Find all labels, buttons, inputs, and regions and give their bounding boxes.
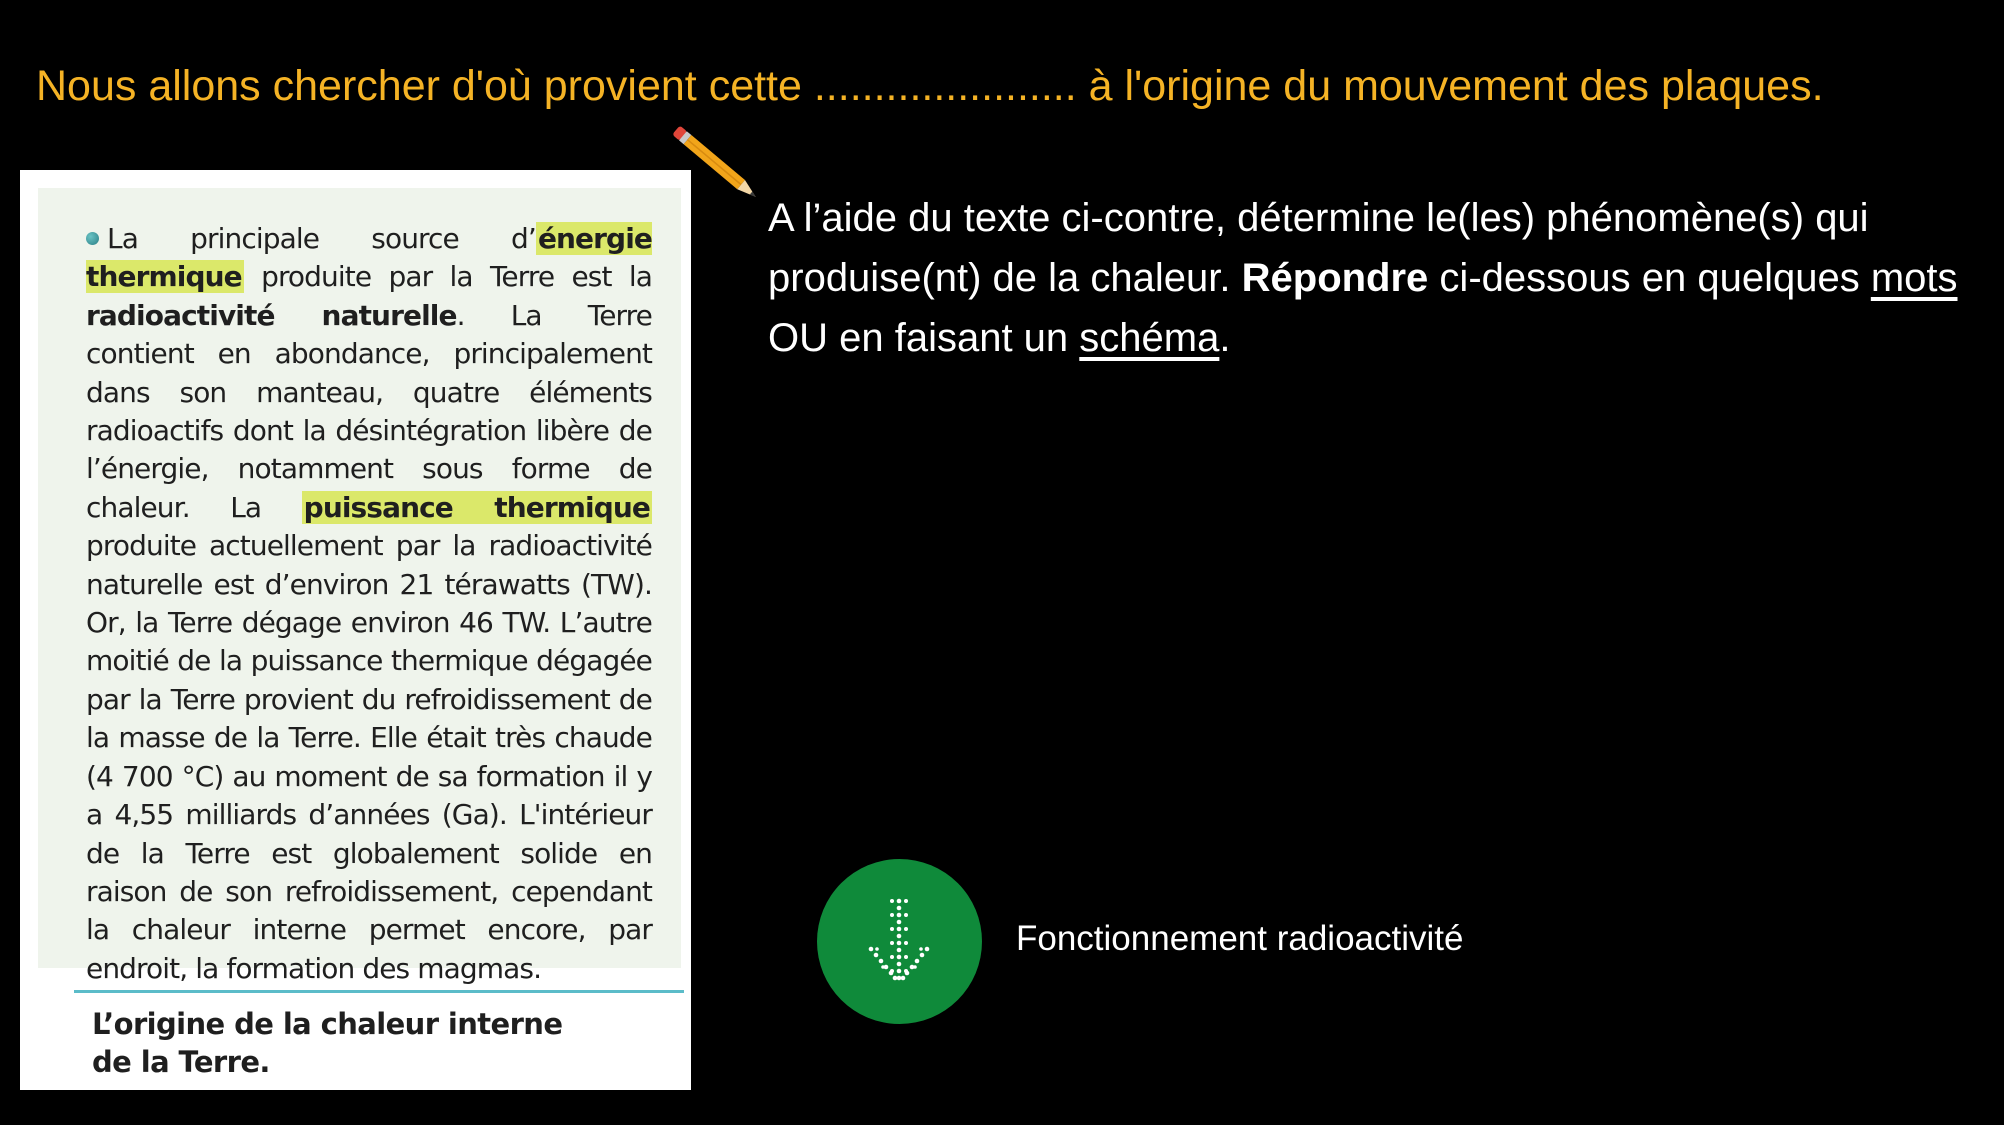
instruction-underline-mots: mots bbox=[1870, 256, 1958, 300]
instruction-segment: . bbox=[1219, 316, 1231, 360]
caption-line: L’origine de la chaleur interne bbox=[92, 1007, 563, 1041]
document-text-panel: La principale source d’énergie thermique… bbox=[38, 188, 681, 985]
audio-label: Fonctionnement radioactivité bbox=[1016, 919, 1464, 958]
document-caption: L’origine de la chaleur interne de la Te… bbox=[92, 1005, 652, 1081]
instruction-text: A l’aide du texte ci-contre, détermine l… bbox=[768, 188, 1993, 368]
document-paragraph: La principale source d’énergie thermique… bbox=[86, 220, 653, 988]
doc-text-segment: produite actuellement par la radioactivi… bbox=[86, 529, 653, 985]
instruction-segment: ci-dessous en quelques bbox=[1428, 256, 1871, 300]
caption-line: de la Terre. bbox=[92, 1045, 270, 1079]
highlight-puissance-thermique: puissance thermique bbox=[301, 490, 653, 524]
instruction-segment: OU en faisant un bbox=[768, 316, 1080, 360]
doc-text-segment: La principale source d’ bbox=[107, 222, 537, 255]
instruction-bold-repondre: Répondre bbox=[1241, 256, 1429, 300]
slide-heading: Nous allons chercher d'où provient cette… bbox=[36, 62, 1824, 110]
caption-divider bbox=[74, 990, 684, 993]
document-card: La principale source d’énergie thermique… bbox=[20, 170, 691, 1090]
pencil-icon bbox=[673, 126, 756, 197]
download-arrow-icon bbox=[868, 898, 930, 981]
instruction-underline-schema: schéma bbox=[1079, 316, 1220, 360]
doc-text-segment: produite par la Terre est la bbox=[243, 260, 653, 294]
bullet-icon bbox=[86, 232, 99, 245]
audio-play-button[interactable] bbox=[817, 859, 982, 1024]
bold-radioactivite-naturelle: radioactivité naturelle bbox=[86, 298, 457, 332]
